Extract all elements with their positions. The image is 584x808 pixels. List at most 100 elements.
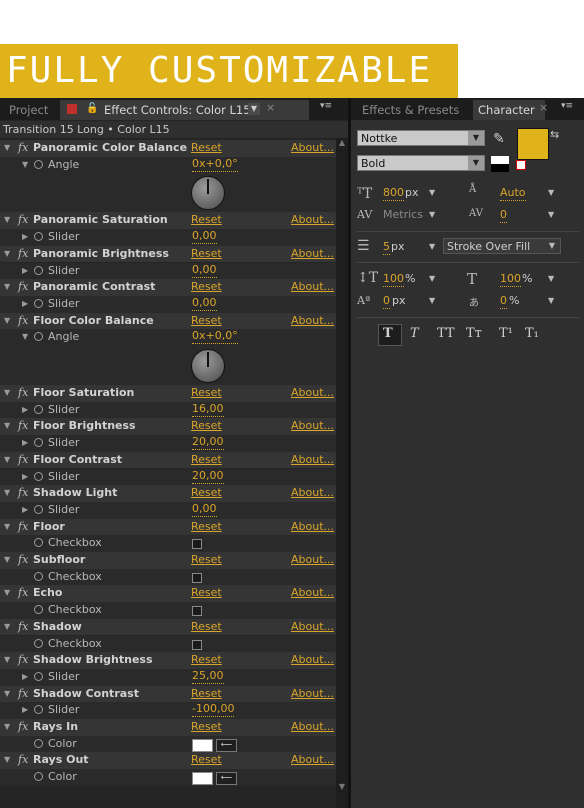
stopwatch-icon[interactable] xyxy=(34,471,43,481)
stroke-mode-select[interactable]: Stroke Over Fill ▼ xyxy=(443,238,561,254)
chevron-down-icon[interactable]: ▼ xyxy=(429,188,435,197)
effect-row[interactable]: ▼ fx Floor Reset About... xyxy=(0,518,336,536)
chevron-down-icon[interactable]: ▼ xyxy=(4,418,10,434)
font-size-value[interactable]: 800 xyxy=(383,186,404,201)
about-link[interactable]: About... xyxy=(291,719,334,735)
chevron-down-icon[interactable]: ▼ xyxy=(4,212,10,228)
stopwatch-icon[interactable] xyxy=(34,705,43,715)
effect-row[interactable]: ▼ fx Panoramic Brightness Reset About... xyxy=(0,245,336,263)
superscript-button[interactable]: T¹ xyxy=(499,326,513,341)
reset-link[interactable]: Reset xyxy=(191,752,222,768)
stopwatch-icon[interactable] xyxy=(34,159,43,169)
tab-effects-presets[interactable]: Effects & Presets xyxy=(357,100,464,120)
fx-toggle-icon[interactable]: fx xyxy=(18,313,28,329)
fx-toggle-icon[interactable]: fx xyxy=(18,485,28,501)
reset-link[interactable]: Reset xyxy=(191,619,222,635)
chevron-right-icon[interactable]: ▶ xyxy=(22,402,28,418)
font-family-select[interactable]: Nottke ▼ xyxy=(357,130,485,146)
stopwatch-icon[interactable] xyxy=(34,438,43,448)
property-value[interactable]: 0x+0,0° xyxy=(192,157,238,172)
no-color-icon[interactable] xyxy=(516,160,526,170)
fx-toggle-icon[interactable]: fx xyxy=(18,140,28,156)
fx-toggle-icon[interactable]: fx xyxy=(18,212,28,228)
stopwatch-icon[interactable] xyxy=(34,571,43,581)
stopwatch-icon[interactable] xyxy=(34,332,43,342)
reset-link[interactable]: Reset xyxy=(191,452,222,468)
chevron-down-icon[interactable]: ▼ xyxy=(4,719,10,735)
effect-row[interactable]: ▼ fx Rays In Reset About... xyxy=(0,719,336,736)
fx-toggle-icon[interactable]: fx xyxy=(18,652,28,668)
reset-link[interactable]: Reset xyxy=(191,212,222,228)
chevron-down-icon[interactable]: ▼ xyxy=(4,686,10,702)
chevron-down-icon[interactable]: ▼ xyxy=(4,279,10,295)
chevron-down-icon[interactable]: ▼ xyxy=(429,296,435,305)
chevron-right-icon[interactable]: ▶ xyxy=(22,435,28,451)
angle-dial[interactable] xyxy=(191,176,225,211)
property-value[interactable]: 0,00 xyxy=(192,296,217,311)
effect-row[interactable]: ▼ fx Floor Contrast Reset About... xyxy=(0,451,336,469)
small-caps-button[interactable]: Tт xyxy=(466,326,482,341)
stopwatch-icon[interactable] xyxy=(34,638,43,648)
chevron-down-icon[interactable]: ▼ xyxy=(429,210,435,219)
stopwatch-icon[interactable] xyxy=(34,772,43,782)
effect-row[interactable]: ▼ fx Floor Brightness Reset About... xyxy=(0,418,336,436)
stopwatch-icon[interactable] xyxy=(34,298,43,308)
chevron-down-icon[interactable]: ▼ xyxy=(548,296,554,305)
close-character-icon[interactable]: × xyxy=(539,101,548,114)
reset-link[interactable]: Reset xyxy=(191,279,222,295)
effect-row[interactable]: ▼ fx Shadow Contrast Reset About... xyxy=(0,685,336,703)
scroll-up-icon[interactable]: ▲ xyxy=(336,138,348,148)
leading-value[interactable]: Auto xyxy=(500,186,526,201)
effect-row[interactable]: ▼ fx Shadow Light Reset About... xyxy=(0,485,336,502)
fx-toggle-icon[interactable]: fx xyxy=(18,552,28,568)
checkbox[interactable] xyxy=(192,572,202,583)
chevron-right-icon[interactable]: ▶ xyxy=(22,469,28,485)
chevron-down-icon[interactable]: ▼ xyxy=(429,242,435,251)
effect-row[interactable]: ▼ fx Rays Out Reset About... xyxy=(0,752,336,770)
chevron-right-icon[interactable]: ▶ xyxy=(22,229,28,245)
property-value[interactable]: 0x+0,0° xyxy=(192,329,238,345)
about-link[interactable]: About... xyxy=(291,652,334,668)
baseline-shift-value[interactable]: 0 xyxy=(383,294,390,309)
character-menu-icon[interactable]: ▾≡ xyxy=(561,101,573,111)
effect-row[interactable]: ▼ fx Echo Reset About... xyxy=(0,585,336,603)
checkbox[interactable] xyxy=(192,606,202,617)
chevron-right-icon[interactable]: ▶ xyxy=(22,669,28,685)
tab-project[interactable]: Project xyxy=(4,100,53,120)
about-link[interactable]: About... xyxy=(291,212,334,228)
subscript-button[interactable]: T₁ xyxy=(525,326,539,341)
checkbox[interactable] xyxy=(192,639,202,650)
property-value[interactable]: 25,00 xyxy=(192,669,224,684)
fill-color-swatch[interactable] xyxy=(517,128,549,160)
reset-link[interactable]: Reset xyxy=(191,719,222,735)
scroll-down-icon[interactable]: ▼ xyxy=(336,782,348,792)
fx-toggle-icon[interactable]: fx xyxy=(18,279,28,295)
fx-toggle-icon[interactable]: fx xyxy=(18,452,28,468)
panel-menu-icon[interactable]: ▾≡ xyxy=(320,101,332,111)
effect-row[interactable]: ▼ fx Panoramic Color Balance Reset About... xyxy=(0,140,336,157)
angle-dial[interactable] xyxy=(191,349,225,383)
white-swatch[interactable] xyxy=(491,156,509,164)
reset-link[interactable]: Reset xyxy=(191,385,222,401)
vertical-scale-value[interactable]: 100 xyxy=(383,272,404,287)
faux-bold-button[interactable]: T xyxy=(383,326,393,341)
fx-toggle-icon[interactable]: fx xyxy=(18,246,28,262)
stopwatch-icon[interactable] xyxy=(34,504,43,514)
stopwatch-icon[interactable] xyxy=(34,404,43,414)
chevron-down-icon[interactable]: ▼ xyxy=(429,274,435,283)
reset-link[interactable]: Reset xyxy=(191,652,222,668)
stopwatch-icon[interactable] xyxy=(34,265,43,275)
property-value[interactable]: -100,00 xyxy=(192,702,235,718)
fx-toggle-icon[interactable]: fx xyxy=(18,385,28,401)
close-tab-icon[interactable]: × xyxy=(266,101,275,114)
about-link[interactable]: About... xyxy=(291,752,334,768)
chevron-right-icon[interactable]: ▶ xyxy=(22,296,28,312)
eyedropper-icon[interactable]: ⟵ xyxy=(216,738,237,752)
chevron-down-icon[interactable]: ▼ xyxy=(4,140,10,156)
chevron-down-icon[interactable]: ▼ xyxy=(4,485,10,501)
property-value[interactable]: 0,00 xyxy=(192,263,217,278)
about-link[interactable]: About... xyxy=(291,313,334,329)
effect-row[interactable]: ▼ fx Floor Color Balance Reset About... xyxy=(0,312,336,330)
lock-icon[interactable]: 🔓 xyxy=(86,103,98,114)
reset-link[interactable]: Reset xyxy=(191,552,222,568)
